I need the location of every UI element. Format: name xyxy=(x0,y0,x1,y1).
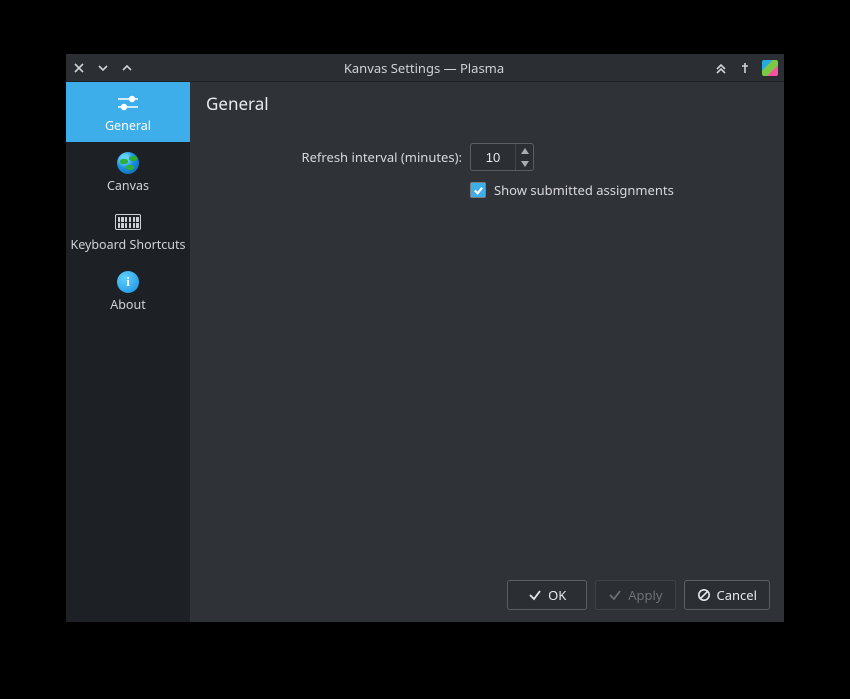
content-pane: General Refresh interval (minutes): xyxy=(190,82,784,622)
cancel-button[interactable]: Cancel xyxy=(684,580,770,610)
refresh-interval-label: Refresh interval (minutes): xyxy=(204,148,470,166)
sidebar-item-canvas[interactable]: Canvas xyxy=(66,142,190,202)
refresh-interval-spinbox[interactable] xyxy=(470,143,534,171)
show-submitted-label: Show submitted assignments xyxy=(494,181,674,199)
show-submitted-row: Show submitted assignments xyxy=(204,181,770,199)
sidebar-item-label: Keyboard Shortcuts xyxy=(70,237,185,253)
globe-icon xyxy=(114,152,142,174)
settings-window: Kanvas Settings — Plasma General Canvas … xyxy=(66,54,784,622)
sidebar-item-label: About xyxy=(110,297,145,313)
minimize-icon[interactable] xyxy=(96,61,110,75)
page-title: General xyxy=(204,92,770,115)
sidebar: General Canvas Keyboard Shortcuts i Abou… xyxy=(66,82,190,622)
check-icon xyxy=(528,588,542,602)
window-title: Kanvas Settings — Plasma xyxy=(134,59,714,77)
app-icon xyxy=(762,60,778,76)
apply-button: Apply xyxy=(595,580,675,610)
sidebar-item-label: General xyxy=(105,118,151,134)
spin-up-icon[interactable] xyxy=(516,144,533,157)
sidebar-item-keyboard-shortcuts[interactable]: Keyboard Shortcuts xyxy=(66,201,190,261)
close-icon[interactable] xyxy=(72,61,86,75)
check-icon xyxy=(608,588,622,602)
pin-icon[interactable] xyxy=(738,61,752,75)
maximize-icon[interactable] xyxy=(120,61,134,75)
refresh-interval-input[interactable] xyxy=(471,144,515,170)
sidebar-item-general[interactable]: General xyxy=(66,82,190,142)
sidebar-item-about[interactable]: i About xyxy=(66,261,190,321)
refresh-interval-row: Refresh interval (minutes): xyxy=(204,143,770,171)
cancel-icon xyxy=(697,588,711,602)
keep-above-icon[interactable] xyxy=(714,61,728,75)
titlebar: Kanvas Settings — Plasma xyxy=(66,54,784,82)
info-icon: i xyxy=(114,271,142,293)
button-row: OK Apply Cancel xyxy=(204,570,770,610)
sidebar-item-label: Canvas xyxy=(107,178,149,194)
spin-down-icon[interactable] xyxy=(516,157,533,170)
show-submitted-checkbox[interactable] xyxy=(470,182,486,198)
ok-button[interactable]: OK xyxy=(507,580,587,610)
sliders-icon xyxy=(114,92,142,114)
keyboard-icon xyxy=(114,211,142,233)
